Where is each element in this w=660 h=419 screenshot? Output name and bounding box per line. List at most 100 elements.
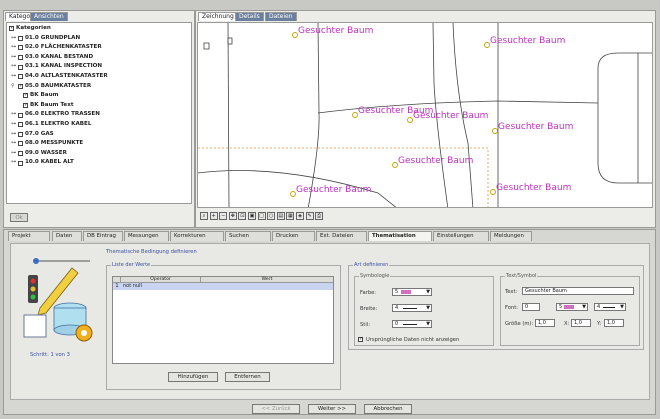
back-button[interactable]: << Zurück [252, 404, 300, 414]
size-input[interactable]: 1,0 [535, 319, 555, 327]
circle-icon[interactable]: ○ [267, 212, 276, 220]
font-size-select[interactable]: 4 ▼ [594, 303, 626, 311]
tree-symbol-icon[interactable] [407, 117, 413, 123]
remove-button[interactable]: Entfernen [225, 372, 270, 382]
tab-ansichten[interactable]: Ansichten [30, 12, 68, 21]
tree-symbol-icon[interactable] [490, 189, 496, 195]
window-icon[interactable]: ▣ [248, 212, 256, 220]
zoom-out-icon[interactable]: − [219, 212, 228, 220]
tab-db-eintrag[interactable]: DB Eintrag [83, 231, 123, 241]
tree-item[interactable]: ⊶ 06.0 ELEKTRO TRASSEN [9, 110, 189, 120]
tree-item[interactable]: ⊶ 06.1 ELEKTRO KABEL [9, 120, 189, 130]
col-wert[interactable]: Wert [201, 277, 333, 282]
hide-original-checkbox[interactable]: ✓ [358, 337, 363, 342]
tree-symbol-icon[interactable] [492, 128, 498, 134]
tree-symbol-icon[interactable] [292, 32, 298, 38]
expand-icon[interactable]: ⊶ [11, 34, 17, 44]
text-input[interactable]: Gesuchter Baum [522, 287, 634, 295]
tab-messungen[interactable]: Messungen [124, 231, 169, 241]
checkbox[interactable] [18, 122, 23, 128]
color-select[interactable]: 5 ▼ [392, 288, 432, 296]
tab-ext-dateien[interactable]: Ext. Dateien [316, 231, 367, 241]
tab-drucken[interactable]: Drucken [272, 231, 315, 241]
expand-icon[interactable]: ⊶ [11, 149, 17, 159]
grid-icon[interactable]: ▦ [286, 212, 295, 220]
style-select[interactable]: 0 ▼ [392, 320, 432, 328]
tree-symbol-icon[interactable] [352, 112, 358, 118]
checkbox[interactable] [18, 74, 23, 80]
checkbox[interactable]: ✓ [18, 83, 23, 89]
expand-icon[interactable]: ⊶ [11, 130, 17, 140]
tree-item[interactable]: ✓ BK Baum Text [9, 101, 189, 111]
next-button[interactable]: Weiter >> [308, 404, 356, 414]
width-select[interactable]: 4 ▼ [392, 304, 432, 312]
table-row[interactable]: 1 not null [113, 283, 333, 290]
map-tree-label[interactable]: Gesuchter Baum [298, 26, 373, 36]
tree-item[interactable]: ✓ BK Baum [9, 91, 189, 101]
tree-item[interactable]: ⊶ 07.0 GAS [9, 130, 189, 140]
y-input[interactable]: 1,0 [604, 319, 624, 327]
checkbox[interactable] [18, 141, 23, 147]
font-color-select[interactable]: 5 ▼ [556, 303, 588, 311]
checkbox[interactable]: ✓ [9, 26, 14, 32]
tree-symbol-icon[interactable] [484, 42, 490, 48]
cancel-button[interactable]: Abbrechen [364, 404, 412, 414]
map-tree-label[interactable]: Gesuchter Baum [296, 185, 371, 195]
tab-korrekturen[interactable]: Korrekturen [170, 231, 224, 241]
expand-icon[interactable]: ⊶ [11, 158, 17, 168]
tree-item[interactable]: ⊶ 01.0 GRUNDPLAN [9, 34, 189, 44]
col-operator[interactable]: Operator [121, 277, 201, 282]
layer-icon[interactable]: ◈ [296, 212, 304, 220]
tree-item[interactable]: ⊶ 03.1 KANAL INSPECTION [9, 62, 189, 72]
rect-icon[interactable]: □ [257, 212, 266, 220]
tab-thematisation[interactable]: Thematisation [368, 231, 432, 241]
pan-icon[interactable]: ✥ [228, 212, 237, 220]
checkbox[interactable] [18, 55, 23, 61]
table-icon[interactable]: ▤ [276, 212, 285, 220]
add-button[interactable]: Hinzufügen [168, 372, 218, 382]
checkbox[interactable] [18, 35, 23, 41]
tree-item[interactable]: ⊶ 02.0 FLÄCHENKATASTER [9, 43, 189, 53]
map-tree-label[interactable]: Gesuchter Baum [490, 36, 565, 46]
map-tree-label[interactable]: Gesuchter Baum [413, 111, 488, 121]
map-canvas[interactable]: Gesuchter Baum Gesuchter Baum Gesuchter Ba… [197, 22, 653, 208]
tree-item[interactable]: ⊶ 04.0 ALTLASTENKATASTER [9, 72, 189, 82]
tree-symbol-icon[interactable] [392, 162, 398, 168]
checkbox[interactable] [18, 45, 23, 51]
expand-icon[interactable]: ⊶ [11, 53, 17, 63]
tree-ok-button[interactable]: Ok [10, 213, 28, 222]
map-tree-label[interactable]: Gesuchter Baum [498, 122, 573, 132]
tool-icon[interactable]: ✎ [305, 212, 314, 220]
checkbox[interactable] [18, 112, 23, 118]
zoom-icon[interactable]: ⌕ [200, 212, 208, 220]
map-tree-label[interactable]: Gesuchter Baum [398, 156, 473, 166]
map-tree-label[interactable]: Gesuchter Baum [496, 183, 571, 193]
tab-einstellungen[interactable]: Einstellungen [433, 231, 489, 241]
expand-icon[interactable]: ⊶ [11, 43, 17, 53]
expand-icon[interactable]: ⊶ [11, 139, 17, 149]
expand-icon[interactable]: ⊶ [11, 62, 17, 72]
zoom-in-icon[interactable]: + [209, 212, 218, 220]
fit-icon[interactable]: ⊡ [238, 212, 247, 220]
checkbox[interactable]: ✓ [23, 103, 28, 109]
tab-daten[interactable]: Daten [52, 231, 82, 241]
tree-symbol-icon[interactable] [290, 191, 296, 197]
expand-icon[interactable]: ⊶ [11, 120, 17, 130]
font-input[interactable]: 0 [522, 303, 540, 311]
tab-dateien[interactable]: Dateien [265, 12, 297, 21]
checkbox[interactable] [18, 131, 23, 137]
checkbox[interactable] [18, 151, 23, 157]
value-table[interactable]: Operator Wert 1 not null [112, 276, 334, 364]
checkbox[interactable]: ✓ [23, 93, 28, 99]
tab-meldungen[interactable]: Meldungen [490, 231, 532, 241]
checkbox[interactable] [18, 160, 23, 166]
tree-item[interactable]: ⊶ 03.0 KANAL BESTAND [9, 53, 189, 63]
expand-icon[interactable]: ⊶ [11, 72, 17, 82]
tab-suchen[interactable]: Suchen [225, 231, 271, 241]
tab-details[interactable]: Details [235, 12, 264, 21]
tab-zeichnung[interactable]: Zeichnung [198, 12, 238, 21]
x-input[interactable]: 1,0 [571, 319, 591, 327]
tree-item[interactable]: ⊶ 09.0 WASSER [9, 149, 189, 159]
expand-icon[interactable]: ⚲ [11, 82, 17, 92]
tree-item[interactable]: ⊶ 10.0 KABEL ALT [9, 158, 189, 168]
